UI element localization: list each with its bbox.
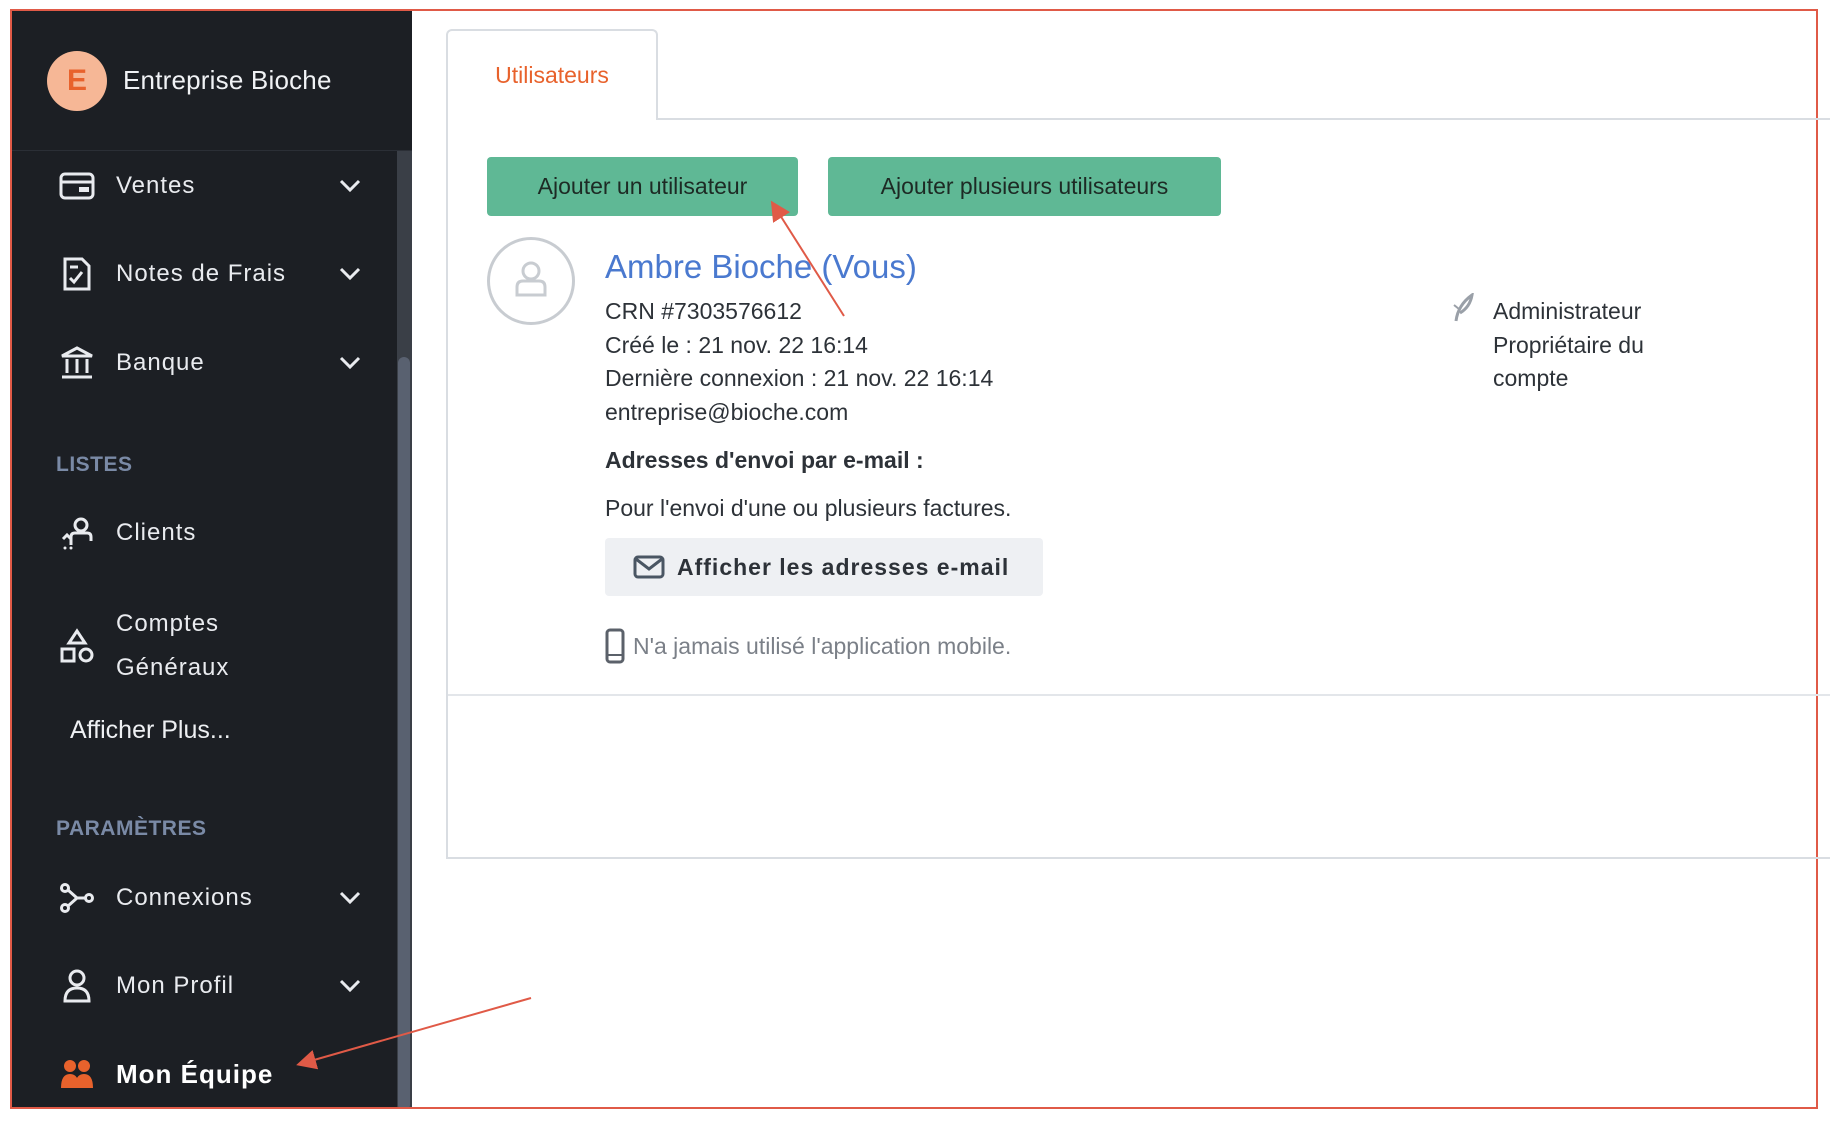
label-line-1: Comptes: [116, 610, 220, 637]
clients-icon: [57, 513, 97, 553]
sidebar-item-mon-profil[interactable]: Mon Profil: [12, 954, 397, 1018]
show-more-link[interactable]: Afficher Plus...: [70, 716, 231, 745]
sidebar-item-banque[interactable]: Banque: [12, 331, 397, 395]
user-last-login: Dernière connexion : 21 nov. 22 16:14: [605, 365, 994, 391]
company-name: Entreprise Bioche: [123, 65, 332, 95]
add-user-button[interactable]: Ajouter un utilisateur: [487, 157, 798, 216]
shapes-icon: [57, 626, 97, 666]
role-line-2: Propriétaire du: [1493, 332, 1644, 358]
user-name-link[interactable]: Ambre Bioche (Vous): [605, 248, 917, 286]
user-email: entreprise@bioche.com: [605, 399, 849, 425]
sidebar-scrollbar-thumb[interactable]: [398, 357, 410, 1107]
receipt-icon: [57, 254, 97, 294]
user-crn: CRN #7303576612: [605, 298, 802, 324]
sidebar-item-label: Ventes: [116, 172, 196, 199]
sidebar: E Entreprise Bioche Ventes Notes de Frai…: [12, 11, 412, 1107]
sidebar-item-mon-equipe[interactable]: Mon Équipe: [12, 1042, 397, 1106]
team-icon: [57, 1054, 97, 1094]
envelope-icon: [633, 555, 665, 579]
user-avatar: [487, 237, 575, 325]
user-placeholder-icon: [509, 257, 553, 306]
section-title-listes: LISTES: [56, 453, 133, 476]
mobile-note-text: N'a jamais utilisé l'application mobile.: [633, 632, 1012, 659]
email-section-title: Adresses d'envoi par e-mail :: [605, 447, 924, 473]
role-line-1: Administrateur: [1493, 298, 1642, 324]
feather-icon: [1450, 293, 1476, 323]
tab-utilisateurs[interactable]: Utilisateurs: [446, 29, 658, 120]
sidebar-item-label: Mon Profil: [116, 972, 235, 999]
label-line-2: Généraux: [116, 654, 230, 681]
role-line-3: compte: [1493, 365, 1569, 391]
email-section-desc: Pour l'envoi d'une ou plusieurs factures…: [605, 495, 1012, 521]
chevron-down-icon[interactable]: [335, 348, 365, 378]
chevron-down-icon[interactable]: [335, 883, 365, 913]
company-avatar: E: [47, 50, 107, 111]
sidebar-item-label: Mon Équipe: [116, 1059, 274, 1089]
tab-bar: Utilisateurs: [446, 29, 1830, 120]
chevron-down-icon[interactable]: [335, 171, 365, 201]
show-emails-label: Afficher les adresses e-mail: [677, 553, 1010, 580]
user-created: Créé le : 21 nov. 22 16:14: [605, 332, 868, 358]
users-panel: [446, 117, 1830, 859]
panel-divider: [448, 694, 1830, 696]
sidebar-item-ventes[interactable]: Ventes: [12, 154, 397, 218]
sidebar-item-connexions[interactable]: Connexions: [12, 866, 397, 930]
sidebar-item-label: Comptes Généraux: [116, 602, 229, 690]
sidebar-item-label: Clients: [116, 519, 197, 546]
bank-icon: [57, 343, 97, 383]
sidebar-item-notes-de-frais[interactable]: Notes de Frais: [12, 242, 397, 306]
sidebar-item-label: Banque: [116, 349, 205, 376]
company-header[interactable]: E Entreprise Bioche: [12, 11, 412, 151]
show-emails-button[interactable]: Afficher les adresses e-mail: [605, 538, 1043, 596]
sidebar-item-comptes-generaux[interactable]: Comptes Généraux: [12, 601, 397, 691]
mobile-phone-icon: [605, 628, 625, 664]
sidebar-item-label: Notes de Frais: [116, 260, 287, 287]
sidebar-item-clients[interactable]: Clients: [12, 501, 397, 565]
chevron-down-icon[interactable]: [335, 259, 365, 289]
mobile-note: N'a jamais utilisé l'application mobile.: [605, 628, 1011, 664]
sidebar-item-label: Connexions: [116, 884, 253, 911]
chevron-down-icon[interactable]: [335, 971, 365, 1001]
wallet-icon: [57, 166, 97, 206]
section-title-parametres: PARAMÈTRES: [56, 817, 207, 840]
profile-icon: [57, 966, 97, 1006]
add-many-users-button[interactable]: Ajouter plusieurs utilisateurs: [828, 157, 1221, 216]
connections-icon: [57, 878, 97, 918]
